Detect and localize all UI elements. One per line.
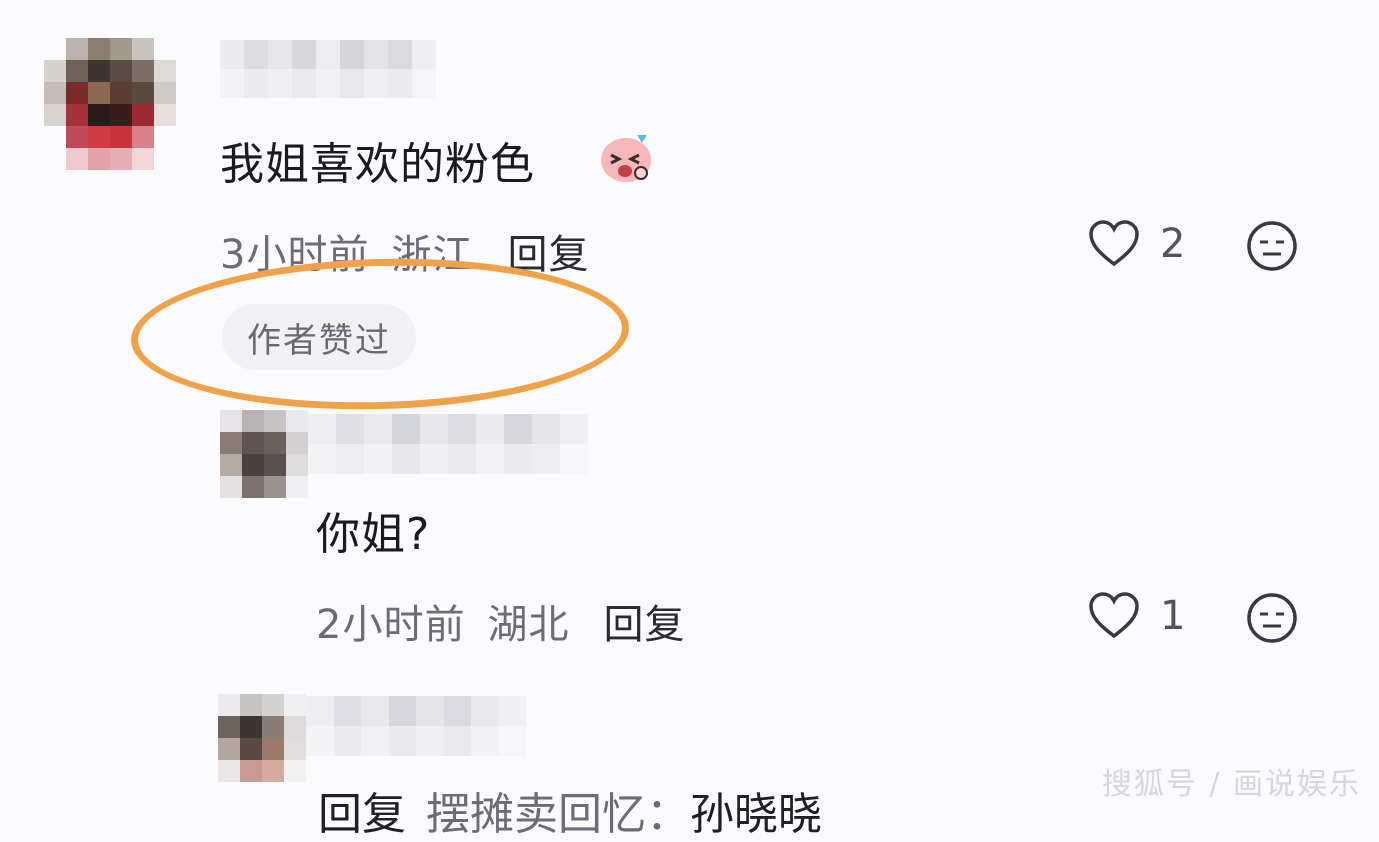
comment-text-partial: 回复 摆摊卖回忆：孙晓晓 [318, 778, 822, 842]
comment-text: 我姐喜欢的粉色 [220, 139, 535, 190]
heart-icon [1089, 592, 1139, 639]
reply-username[interactable] [308, 414, 588, 474]
comment-location: 湖北 [487, 602, 570, 648]
username[interactable] [220, 40, 436, 98]
comment-body: 孙晓晓 [690, 789, 822, 840]
reply-button[interactable]: 回复 [603, 602, 685, 648]
like-button[interactable]: 2 [1088, 220, 1185, 268]
like-count: 2 [1160, 221, 1186, 267]
avatar[interactable] [44, 38, 176, 170]
like-button[interactable]: 1 [1088, 592, 1185, 640]
comment-meta: 2小时前 湖北 回复 [316, 592, 685, 650]
comment-time: 2小时前 [316, 602, 466, 648]
emoji-sticker-icon [601, 135, 651, 182]
reply-username[interactable] [306, 696, 526, 756]
reply-prefix: 回复 [318, 789, 406, 840]
reply-avatar[interactable] [220, 410, 308, 498]
watermark: 搜狐号 / 画说娱乐 [1101, 767, 1361, 802]
dislike-face-icon[interactable] [1246, 220, 1298, 272]
comment-text: 你姐? [316, 509, 431, 560]
reply-target-nickname[interactable]: 摆摊卖回忆： [426, 789, 690, 840]
like-count: 1 [1160, 593, 1186, 639]
dislike-face-icon[interactable] [1246, 592, 1298, 644]
reply-avatar[interactable] [218, 694, 306, 782]
heart-icon [1089, 220, 1139, 267]
highlight-ring [129, 252, 631, 416]
